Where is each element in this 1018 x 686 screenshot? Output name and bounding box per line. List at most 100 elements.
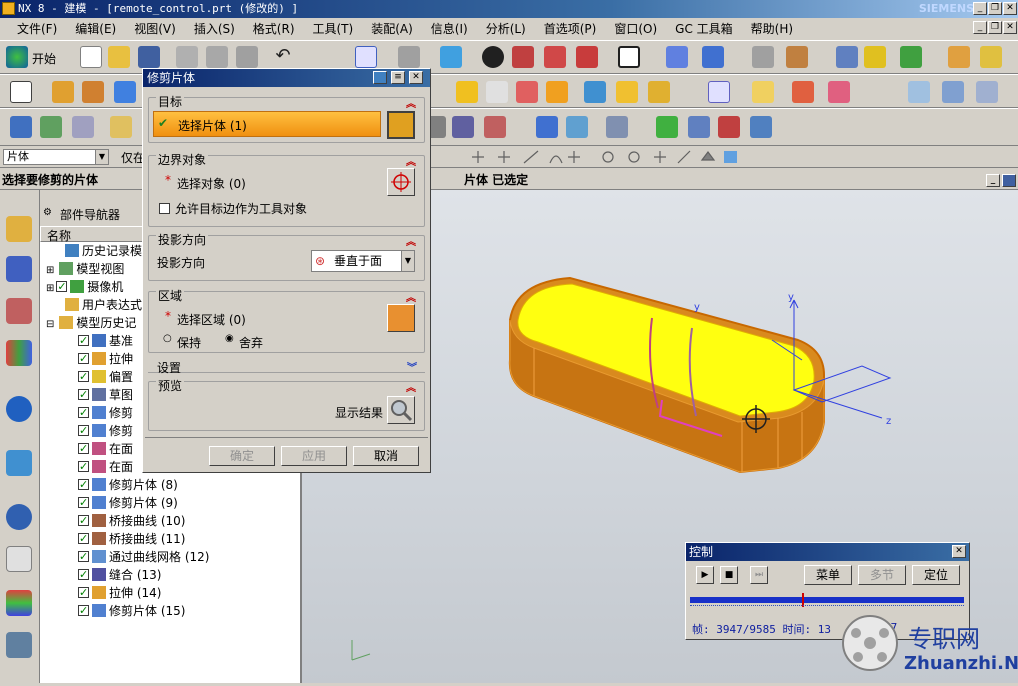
step-button[interactable]: ⏭	[750, 566, 768, 584]
part-navigator-icon[interactable]	[6, 298, 32, 324]
apply-button[interactable]: 应用	[281, 446, 347, 466]
reset-icon[interactable]	[373, 71, 387, 84]
select-region-button[interactable]	[387, 304, 415, 332]
menu-button[interactable]: 菜单	[804, 565, 852, 585]
stop-button[interactable]: ■	[720, 566, 738, 584]
table-icon[interactable]	[688, 116, 710, 138]
info-icon[interactable]	[6, 396, 32, 422]
paste-icon[interactable]	[236, 46, 258, 68]
visibility-checkbox[interactable]	[78, 440, 89, 458]
history-clock-icon[interactable]	[6, 504, 32, 530]
visibility-checkbox[interactable]	[78, 332, 89, 350]
tree-item[interactable]: 基准	[78, 332, 133, 350]
select-sheet-row[interactable]: ✔ 选择片体 (1)	[153, 111, 381, 137]
tree-item[interactable]: 修剪	[78, 422, 133, 440]
chevron-down-icon[interactable]: ▼	[401, 251, 414, 271]
allow-target-edge-checkbox[interactable]	[159, 203, 170, 214]
gear-icon[interactable]: ⚙	[43, 207, 52, 218]
process-studio-icon[interactable]	[6, 546, 32, 572]
visibility-checkbox[interactable]	[78, 368, 89, 386]
collapse-icon[interactable]: ︽	[406, 153, 416, 168]
play-icon[interactable]	[900, 46, 922, 68]
menu-view[interactable]: 视图(V)	[125, 20, 185, 37]
multistep-button[interactable]: 多节	[858, 565, 906, 585]
revolve-icon[interactable]	[82, 81, 104, 103]
projection-direction-select[interactable]: ⊛ 垂直于面 ▼	[311, 250, 415, 272]
collapse-icon[interactable]: ︽	[406, 289, 416, 304]
visibility-checkbox[interactable]	[78, 602, 89, 620]
face-icon-1[interactable]	[908, 81, 930, 103]
select-region-label[interactable]: 选择区域 (0)	[177, 311, 246, 328]
wireframe-icon[interactable]	[544, 46, 566, 68]
face-icon-2[interactable]	[942, 81, 964, 103]
trim-extend-icon[interactable]	[792, 81, 814, 103]
pencil-icon[interactable]	[980, 46, 1002, 68]
visibility-checkbox[interactable]	[78, 566, 89, 584]
tree-item[interactable]: 修剪片体 (15)	[78, 602, 185, 620]
dialog-menu-icon[interactable]: ≡	[391, 71, 405, 84]
dialog-close-icon[interactable]: ✕	[409, 71, 423, 84]
sketch-icon[interactable]	[10, 81, 32, 103]
check-icon[interactable]	[656, 116, 678, 138]
menu-edit[interactable]: 编辑(E)	[66, 20, 125, 37]
ruler-icon[interactable]	[948, 46, 970, 68]
type-filter-combo[interactable]: 片体 ▼	[3, 149, 109, 165]
expand-icon[interactable]: ⊞	[46, 283, 54, 294]
system-scene-icon[interactable]	[6, 632, 32, 658]
menu-help[interactable]: 帮助(H)	[742, 20, 802, 37]
visibility-checkbox[interactable]	[78, 422, 89, 440]
doc-restore-button[interactable]: ❐	[988, 21, 1002, 34]
axis-icon[interactable]	[750, 116, 772, 138]
tree-item[interactable]: 缝合 (13)	[78, 566, 161, 584]
visibility-checkbox[interactable]	[78, 512, 89, 530]
visibility-checkbox[interactable]	[78, 494, 89, 512]
shaded-icon[interactable]	[482, 46, 504, 68]
new-file-icon[interactable]	[80, 46, 102, 68]
edit-icon-6[interactable]	[452, 116, 474, 138]
close-window-button[interactable]: ✕	[1003, 2, 1017, 15]
trim-sheet-icon[interactable]	[752, 81, 774, 103]
visibility-checkbox[interactable]	[78, 386, 89, 404]
minimize-button[interactable]: _	[973, 2, 987, 15]
visibility-checkbox[interactable]	[78, 476, 89, 494]
move-icon[interactable]	[666, 46, 688, 68]
restore-button[interactable]: ❐	[988, 2, 1002, 15]
chevron-down-icon[interactable]: ▼	[95, 150, 108, 164]
visibility-checkbox[interactable]	[78, 548, 89, 566]
menu-insert[interactable]: 插入(S)	[185, 20, 244, 37]
surface-icon-1[interactable]	[456, 81, 478, 103]
extrude-icon[interactable]	[52, 81, 74, 103]
visibility-checkbox[interactable]	[56, 278, 68, 296]
background-icon[interactable]	[618, 46, 640, 68]
tree-item[interactable]: 草图	[78, 386, 133, 404]
select-object-button[interactable]	[387, 168, 415, 196]
pan-icon[interactable]	[398, 46, 420, 68]
doc-minimize-button[interactable]: _	[973, 21, 987, 34]
stack-icon[interactable]	[536, 116, 558, 138]
gear-icon[interactable]	[606, 116, 628, 138]
shaded-edges-icon[interactable]	[512, 46, 534, 68]
collapse-icon[interactable]: ︽	[406, 95, 416, 110]
cut-icon[interactable]	[176, 46, 198, 68]
select-filter-icon[interactable]	[355, 46, 377, 68]
tree-item[interactable]: 桥接曲线 (11)	[78, 530, 185, 548]
grid-icon[interactable]	[718, 116, 740, 138]
roles-icon[interactable]	[6, 590, 32, 616]
progress-track[interactable]	[690, 593, 964, 607]
tree-item[interactable]: 修剪片体 (9)	[78, 494, 178, 512]
collapse-icon[interactable]: ︽	[406, 379, 416, 394]
visibility-checkbox[interactable]	[78, 350, 89, 368]
face-icon-3[interactable]	[976, 81, 998, 103]
layer-icon[interactable]	[752, 46, 774, 68]
doc-close-button[interactable]: ✕	[1003, 21, 1017, 34]
tree-item[interactable]: 通过曲线网格 (12)	[78, 548, 209, 566]
menu-info[interactable]: 信息(I)	[422, 20, 477, 37]
locate-button[interactable]: 定位	[912, 565, 960, 585]
collapse-icon[interactable]: ︽	[406, 233, 416, 248]
expand-icon[interactable]: ⊟	[46, 319, 54, 330]
edit-icon-4[interactable]	[110, 116, 132, 138]
tree-item[interactable]: 修剪片体 (8)	[78, 476, 178, 494]
expand-icon[interactable]: ⊞	[46, 265, 54, 276]
save-icon[interactable]	[138, 46, 160, 68]
edit-icon-2[interactable]	[40, 116, 62, 138]
